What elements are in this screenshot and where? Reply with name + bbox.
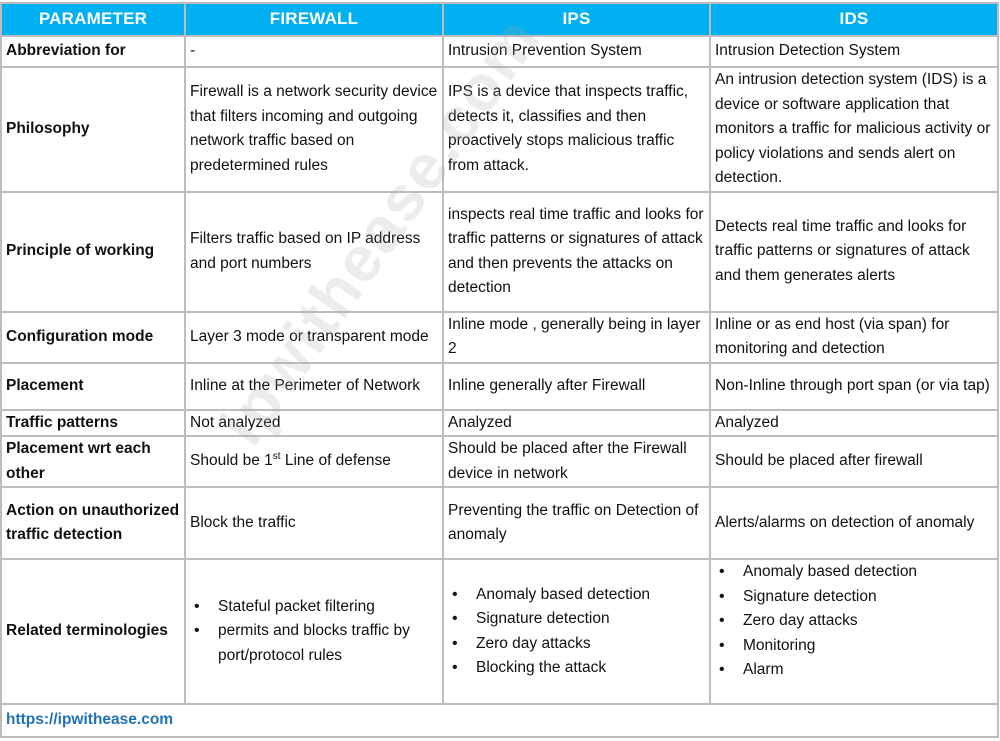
footer-url-link[interactable]: https://ipwithease.com [0, 703, 999, 738]
list-item: Anomaly based detection [452, 583, 705, 608]
ids-cell: Analyzed [709, 408, 999, 437]
ips-cell: Should be placed after the Firewall devi… [442, 435, 711, 488]
list-item: Monitoring [719, 634, 993, 659]
list-item: Anomaly based detection [719, 560, 993, 585]
param-cell: Placement wrt each other [0, 435, 186, 488]
firewall-cell: - [184, 35, 444, 68]
firewall-cell: Layer 3 mode or transparent mode [184, 310, 444, 364]
list-item: permits and blocks traffic by port/proto… [194, 619, 438, 668]
list-item: Stateful packet filtering [194, 595, 438, 620]
ips-cell: Inline generally after Firewall [442, 361, 711, 411]
list-item: Alarm [719, 658, 993, 683]
param-cell: Principle of working [0, 190, 186, 313]
header-row: PARAMETER FIREWALL IPS IDS [0, 2, 999, 37]
firewall-cell: Stateful packet filtering permits and bl… [184, 558, 444, 705]
param-cell: Action on unauthorized traffic detection [0, 486, 186, 560]
ordinal-suffix: st [272, 451, 281, 463]
param-cell: Configuration mode [0, 310, 186, 364]
table-row: Configuration mode Layer 3 mode or trans… [0, 310, 999, 364]
firewall-cell: Not analyzed [184, 408, 444, 437]
table-row: Traffic patterns Not analyzed Analyzed A… [0, 408, 999, 437]
param-cell: Traffic patterns [0, 408, 186, 437]
ips-cell: Analyzed [442, 408, 711, 437]
ips-cell: Inline mode , generally being in layer 2 [442, 310, 711, 364]
param-cell: Abbreviation for [0, 35, 186, 68]
firewall-terms-list: Stateful packet filtering permits and bl… [190, 595, 438, 669]
list-item: Signature detection [452, 607, 705, 632]
firewall-text-pre: Should be 1 [190, 452, 273, 470]
comparison-table: PARAMETER FIREWALL IPS IDS Abbreviation … [0, 2, 999, 738]
ids-cell: Intrusion Detection System [709, 35, 999, 68]
list-item: Zero day attacks [452, 632, 705, 657]
header-ips: IPS [442, 2, 711, 37]
ips-cell: IPS is a device that inspects traffic, d… [442, 66, 711, 193]
ids-cell: Should be placed after firewall [709, 435, 999, 488]
header-ids: IDS [709, 2, 999, 37]
ips-cell: Anomaly based detection Signature detect… [442, 558, 711, 705]
list-item: Blocking the attack [452, 656, 705, 681]
firewall-cell: Filters traffic based on IP address and … [184, 190, 444, 313]
ids-cell: Alerts/alarms on detection of anomaly [709, 486, 999, 560]
ids-cell: Anomaly based detection Signature detect… [709, 558, 999, 705]
table-row: Related terminologies Stateful packet fi… [0, 558, 999, 705]
ips-cell: Preventing the traffic on Detection of a… [442, 486, 711, 560]
table-row: Placement wrt each other Should be 1st L… [0, 435, 999, 488]
ids-cell: Non-Inline through port span (or via tap… [709, 361, 999, 411]
list-item: Zero day attacks [719, 609, 993, 634]
ips-terms-list: Anomaly based detection Signature detect… [448, 583, 705, 681]
table-row: Placement Inline at the Perimeter of Net… [0, 361, 999, 411]
header-firewall: FIREWALL [184, 2, 444, 37]
table-row: Action on unauthorized traffic detection… [0, 486, 999, 560]
table-row: Philosophy Firewall is a network securit… [0, 66, 999, 193]
firewall-cell: Inline at the Perimeter of Network [184, 361, 444, 411]
firewall-text-post: Line of defense [280, 452, 391, 470]
ips-cell: Intrusion Prevention System [442, 35, 711, 68]
comparison-sheet: PARAMETER FIREWALL IPS IDS Abbreviation … [0, 2, 999, 738]
ids-terms-list: Anomaly based detection Signature detect… [715, 560, 993, 683]
ids-cell: Detects real time traffic and looks for … [709, 190, 999, 313]
firewall-cell: Firewall is a network security device th… [184, 66, 444, 193]
firewall-cell: Block the traffic [184, 486, 444, 560]
ids-cell: An intrusion detection system (IDS) is a… [709, 66, 999, 193]
footer-row: https://ipwithease.com [0, 703, 999, 738]
firewall-cell: Should be 1st Line of defense [184, 435, 444, 488]
param-cell: Philosophy [0, 66, 186, 193]
table-row: Abbreviation for - Intrusion Prevention … [0, 35, 999, 68]
ids-cell: Inline or as end host (via span) for mon… [709, 310, 999, 364]
param-cell: Placement [0, 361, 186, 411]
header-parameter: PARAMETER [0, 2, 186, 37]
table-row: Principle of working Filters traffic bas… [0, 190, 999, 313]
ips-cell: inspects real time traffic and looks for… [442, 190, 711, 313]
param-cell: Related terminologies [0, 558, 186, 705]
list-item: Signature detection [719, 585, 993, 610]
